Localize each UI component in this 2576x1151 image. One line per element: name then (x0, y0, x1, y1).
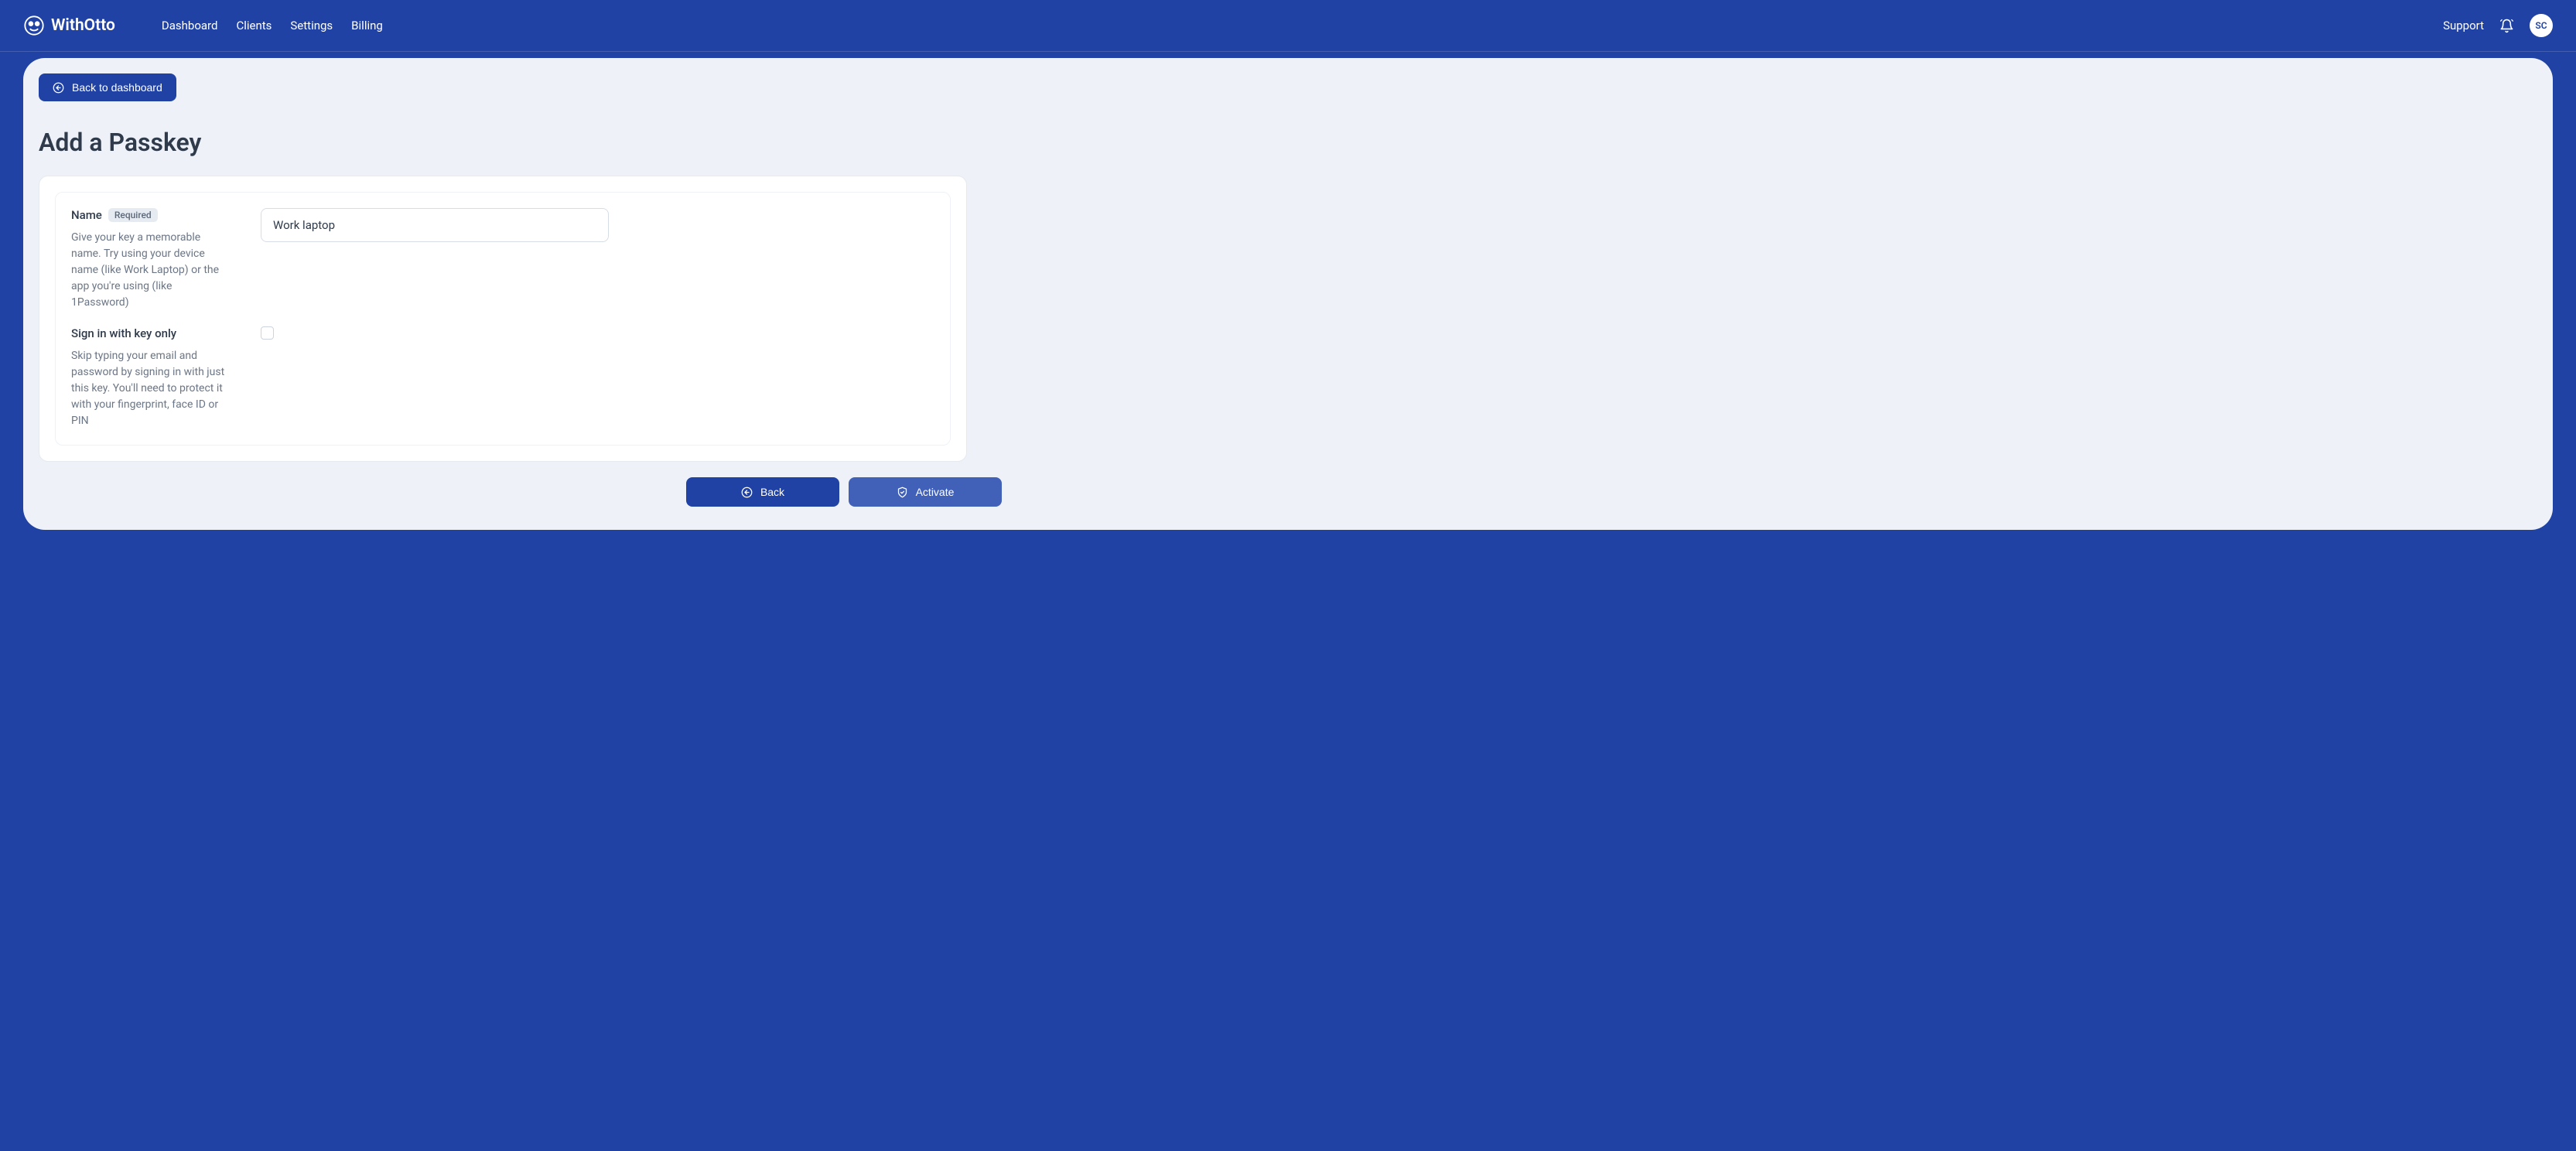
key-only-checkbox[interactable] (261, 326, 274, 340)
brand-name: WithOtto (51, 16, 115, 35)
nav-settings[interactable]: Settings (290, 19, 333, 32)
form-panel: Name Required Give your key a memorable … (39, 176, 967, 462)
avatar[interactable]: SC (2530, 14, 2553, 37)
bell-icon[interactable] (2499, 19, 2514, 33)
back-button-label: Back to dashboard (72, 81, 162, 94)
nav-clients[interactable]: Clients (236, 19, 272, 32)
form-row-key-only: Sign in with key only Skip typing your e… (71, 326, 934, 429)
name-label: Name (71, 208, 102, 222)
arrow-left-circle-icon (53, 82, 64, 94)
action-row: Back Activate (39, 477, 1002, 507)
support-link[interactable]: Support (2443, 19, 2484, 32)
content-card: Back to dashboard Add a Passkey Name Req… (23, 58, 2553, 530)
key-only-label-col: Sign in with key only Skip typing your e… (71, 326, 230, 429)
page-title: Add a Passkey (39, 128, 2553, 157)
logo-icon (23, 15, 45, 36)
main-container: Back to dashboard Add a Passkey Name Req… (0, 58, 2576, 553)
name-input[interactable] (261, 208, 609, 242)
activate-button[interactable]: Activate (849, 477, 1002, 507)
topbar: WithOtto Dashboard Clients Settings Bill… (0, 0, 2576, 52)
shield-check-icon (897, 487, 908, 498)
arrow-left-circle-icon (741, 487, 753, 498)
form-row-name: Name Required Give your key a memorable … (71, 208, 934, 311)
form-inner: Name Required Give your key a memorable … (55, 192, 951, 446)
back-button[interactable]: Back (686, 477, 839, 507)
key-only-label: Sign in with key only (71, 326, 176, 340)
name-input-col (261, 208, 609, 311)
activate-label: Activate (916, 486, 955, 498)
key-only-help: Skip typing your email and password by s… (71, 348, 230, 429)
topbar-right: Support SC (2443, 14, 2553, 37)
key-only-input-col (261, 326, 609, 429)
back-label: Back (760, 486, 784, 498)
nav-billing[interactable]: Billing (351, 19, 383, 32)
name-help: Give your key a memorable name. Try usin… (71, 230, 230, 311)
back-to-dashboard-button[interactable]: Back to dashboard (39, 73, 176, 101)
nav-dashboard[interactable]: Dashboard (162, 19, 218, 32)
required-badge: Required (108, 208, 158, 222)
primary-nav: Dashboard Clients Settings Billing (162, 19, 383, 32)
logo[interactable]: WithOtto (23, 15, 115, 36)
name-label-col: Name Required Give your key a memorable … (71, 208, 230, 311)
